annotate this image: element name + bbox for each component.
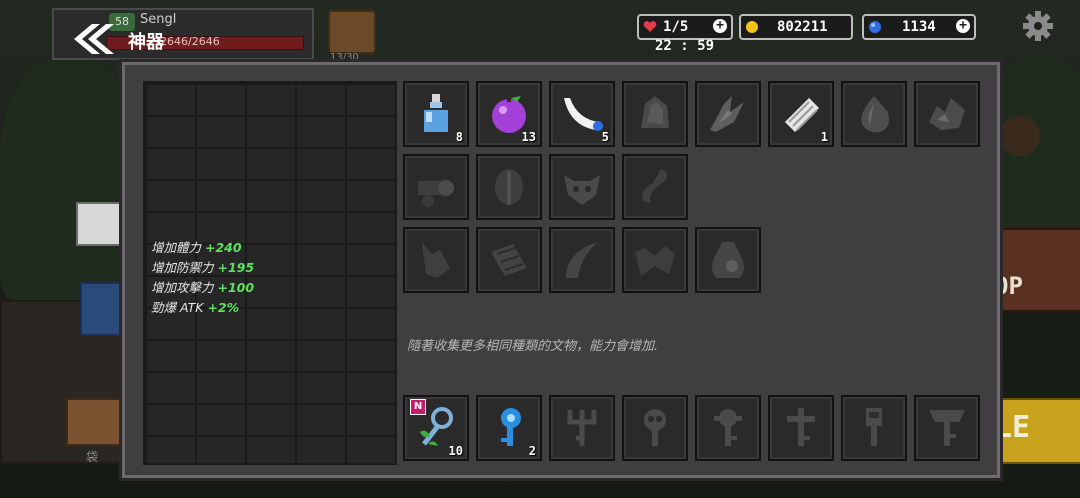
new-badge: N <box>410 399 426 415</box>
dark-crystal-icon <box>641 96 669 128</box>
artifact-slot[interactable]: 1 <box>768 81 834 147</box>
artifact-slot[interactable] <box>476 154 542 220</box>
trophy-banner-icon[interactable] <box>80 282 124 336</box>
artifact-slot[interactable] <box>695 227 761 293</box>
item-quantity: 8 <box>455 130 463 144</box>
scroll-icon <box>491 244 527 276</box>
backpack-label: 袋 <box>86 450 99 464</box>
page-title: 神器 <box>128 32 164 53</box>
blue-key-icon <box>501 408 521 446</box>
skull-icon <box>564 175 600 205</box>
key-slot[interactable] <box>549 395 615 461</box>
stat-label: 增加體力 <box>151 240 202 255</box>
stat-line: 勁爆 ATK +2% <box>151 297 239 316</box>
key-slot[interactable] <box>768 395 834 461</box>
artifact-slot[interactable] <box>841 81 907 147</box>
winged-key-icon <box>929 410 965 446</box>
artifact-slot[interactable] <box>476 227 542 293</box>
back-chevron-icon[interactable] <box>66 22 116 56</box>
artifact-slot[interactable]: 5 <box>549 81 615 147</box>
key-slot[interactable] <box>841 395 907 461</box>
player-name: Sengl <box>140 12 177 27</box>
cannon-icon <box>418 180 454 207</box>
backpack-icon[interactable] <box>66 398 122 446</box>
key-slot[interactable]: 2 <box>476 395 542 461</box>
gems-value: 1134 <box>902 19 936 35</box>
calendar-icon[interactable] <box>76 202 124 246</box>
stat-label: 勁爆 ATK <box>151 300 204 315</box>
gold-counter: 802211 <box>739 14 853 40</box>
key-slot[interactable] <box>622 395 688 461</box>
hand-claw-icon <box>422 242 450 278</box>
player-hp-text: 2646/2646 <box>160 35 220 48</box>
item-quantity: 10 <box>448 444 463 458</box>
key-slot[interactable] <box>695 395 761 461</box>
droplet-stone-icon <box>861 96 889 133</box>
artifact-slot[interactable] <box>549 227 615 293</box>
artifact-slot[interactable] <box>622 227 688 293</box>
stat-value: +2% <box>207 300 240 315</box>
bag-icon[interactable] <box>328 10 376 54</box>
skull-key-icon <box>644 409 666 446</box>
key-slot[interactable] <box>914 395 980 461</box>
stat-label: 增加防禦力 <box>151 260 214 275</box>
stat-line: 增加防禦力 +195 <box>151 257 254 276</box>
add-hearts-icon[interactable]: + <box>713 19 727 33</box>
heart-icon <box>643 21 657 32</box>
item-quantity: 13 <box>521 130 536 144</box>
artifact-slot[interactable] <box>695 81 761 147</box>
stat-value: +195 <box>217 260 255 275</box>
gems-counter: 1134 + <box>862 14 976 40</box>
ornate-key-icon <box>714 409 742 446</box>
artifact-slot[interactable] <box>403 154 469 220</box>
gem-icon <box>869 21 881 33</box>
key-slot[interactable]: N 10 <box>403 395 469 461</box>
horn-icon <box>566 242 598 278</box>
beetle-shell-icon <box>495 169 523 205</box>
gold-value: 802211 <box>777 19 828 35</box>
artifact-slot[interactable] <box>914 81 980 147</box>
fang-icon <box>564 98 603 131</box>
energy-timer: 22 : 59 <box>655 38 715 54</box>
hearts-value: 1/5 <box>663 19 689 35</box>
background-tree <box>0 60 140 300</box>
skull-bag-icon <box>712 242 744 278</box>
crystal-shard-icon <box>710 96 744 132</box>
artifact-stats-pane: 增加體力 +240 增加防禦力 +195 增加攻擊力 +100 勁爆 ATK +… <box>143 81 397 465</box>
potion-icon <box>424 94 448 132</box>
trident-key-icon <box>567 410 597 446</box>
scorpion-icon <box>642 169 668 203</box>
gold-coin-icon <box>746 21 758 33</box>
stat-line: 增加體力 +240 <box>151 237 242 256</box>
bandage-icon <box>785 98 819 132</box>
collection-hint: 隨著收集更多相同種類的文物，能力會增加. <box>407 339 659 354</box>
artifact-slot[interactable] <box>622 81 688 147</box>
artifact-slot[interactable]: 8 <box>403 81 469 147</box>
npc-character <box>1000 116 1040 156</box>
gear-icon[interactable] <box>1022 10 1054 42</box>
artifacts-panel: 增加體力 +240 增加防禦力 +195 增加攻擊力 +100 勁爆 ATK +… <box>122 62 1000 478</box>
stat-line: 增加攻擊力 +100 <box>151 277 254 296</box>
bat-wing-icon <box>635 246 675 276</box>
stat-value: +100 <box>217 280 255 295</box>
add-gems-icon[interactable]: + <box>956 19 970 33</box>
hearts-counter: 1/5 + <box>637 14 733 40</box>
item-quantity: 2 <box>528 444 536 458</box>
ore-cluster-icon <box>929 98 965 130</box>
cross-key-icon <box>787 408 815 446</box>
item-quantity: 5 <box>601 130 609 144</box>
stat-label: 增加攻擊力 <box>151 280 214 295</box>
item-quantity: 1 <box>820 130 828 144</box>
artifact-slot[interactable] <box>403 227 469 293</box>
artifact-slot[interactable] <box>622 154 688 220</box>
stat-value: +240 <box>205 240 242 255</box>
artifact-slot[interactable] <box>549 154 615 220</box>
artifact-slot[interactable]: 13 <box>476 81 542 147</box>
tower-key-icon <box>866 408 882 446</box>
